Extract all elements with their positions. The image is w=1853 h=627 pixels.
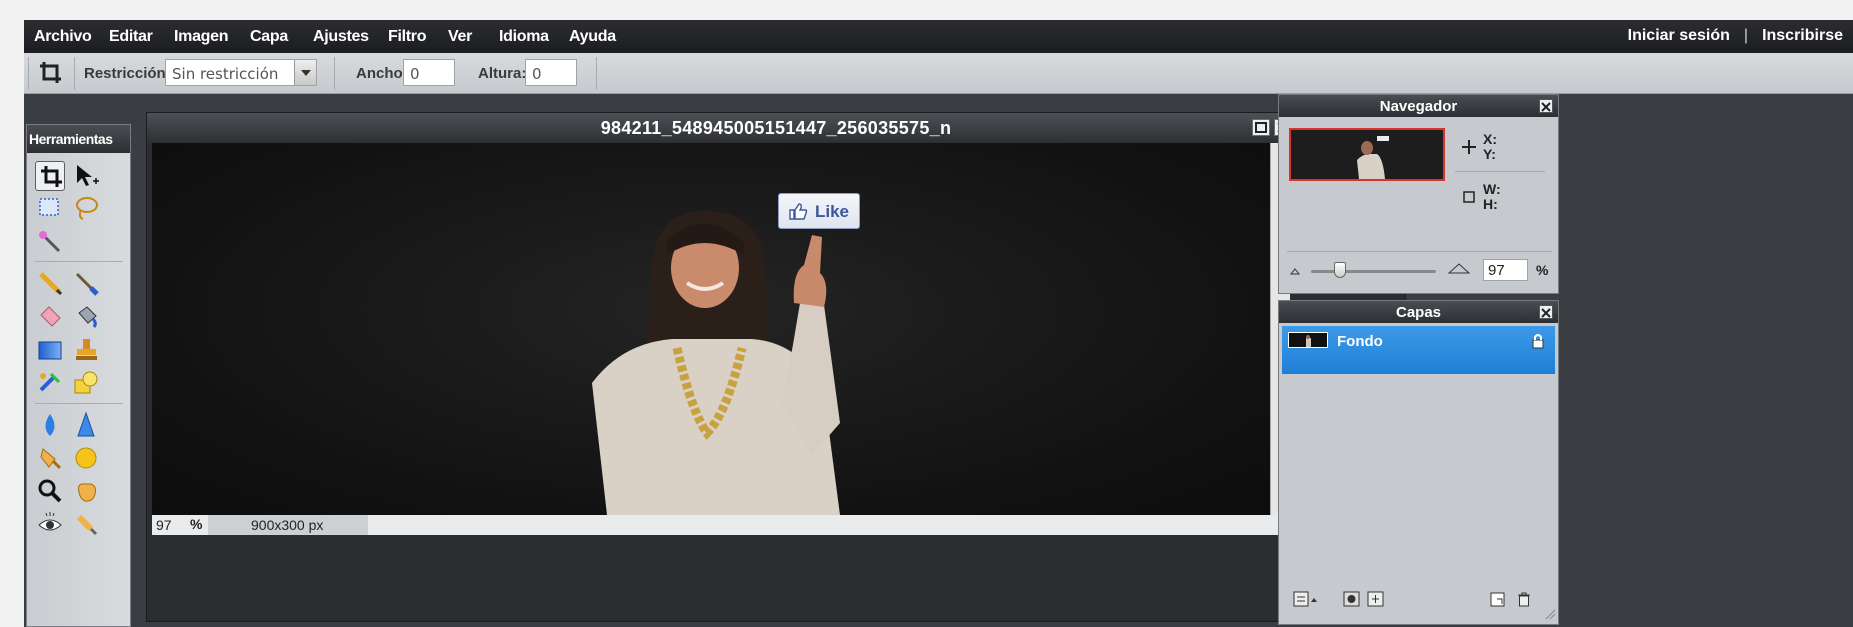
gradient-icon[interactable] (35, 335, 65, 365)
maximize-icon[interactable] (1252, 119, 1270, 136)
menu-idioma[interactable]: Idioma (499, 28, 549, 46)
document-status-bar: 97 % 900x300 px (152, 515, 1290, 535)
zoom-in-icon[interactable] (1447, 260, 1471, 280)
navigator-zoom-unit: % (1536, 262, 1549, 278)
document-window: 984211_548945005151447_256035575_n Like … (146, 112, 1406, 622)
menu-ayuda[interactable]: Ayuda (569, 28, 616, 46)
menu-filtro[interactable]: Filtro (388, 28, 427, 46)
sponge-icon[interactable] (71, 443, 101, 473)
eraser-icon[interactable] (35, 301, 65, 331)
login-link[interactable]: Iniciar sesión (1628, 27, 1730, 45)
h-label: H: (1483, 196, 1498, 212)
lasso-icon[interactable] (71, 193, 101, 223)
clone-stamp-icon[interactable] (71, 335, 101, 365)
navigator-title: Navegador (1279, 95, 1558, 117)
marquee-icon[interactable] (35, 193, 65, 223)
close-icon[interactable] (1539, 99, 1553, 113)
crop-tool-indicator-icon (37, 60, 65, 86)
thumbs-up-icon (788, 202, 808, 225)
height-label: Altura: (478, 65, 527, 82)
zoom-unit: % (190, 516, 203, 532)
zoom-slider[interactable] (1311, 262, 1436, 278)
navigator-title-text: Navegador (1379, 98, 1458, 115)
crosshair-icon (1461, 139, 1477, 160)
image-canvas[interactable]: Like (152, 143, 1270, 515)
menu-ajustes[interactable]: Ajustes (313, 28, 369, 46)
divider (1455, 171, 1545, 172)
lock-icon[interactable] (1531, 333, 1545, 354)
auth-separator: | (1743, 27, 1749, 44)
blur-icon[interactable] (35, 410, 65, 440)
selection-size-icon (1461, 189, 1477, 210)
options-bar: Restricción: Sin restricción Ancho: 0 Al… (24, 53, 1853, 94)
magic-wand-icon[interactable] (35, 226, 65, 256)
height-input[interactable]: 0 (525, 59, 577, 86)
x-label: X: (1483, 131, 1497, 147)
w-label: W: (1483, 181, 1501, 197)
trash-icon[interactable] (1515, 590, 1533, 608)
app-window: Archivo Editar Imagen Capa Ajustes Filtr… (24, 20, 1853, 627)
resize-grip-icon[interactable] (1544, 607, 1556, 620)
restriction-label: Restricción: (84, 65, 171, 82)
zoom-slider-handle[interactable] (1334, 262, 1346, 278)
photo-image (592, 210, 840, 515)
move-icon[interactable] (71, 161, 101, 191)
navigator-panel: Navegador X: Y: W: H: 97 % (1278, 94, 1559, 294)
brush-icon[interactable] (71, 268, 101, 298)
close-icon[interactable] (1539, 305, 1553, 319)
layers-title-text: Capas (1395, 304, 1442, 321)
tools-title: Herramientas (27, 125, 130, 153)
color-replace-icon[interactable] (35, 368, 65, 398)
menu-ver[interactable]: Ver (448, 28, 472, 46)
like-label: Like (815, 202, 850, 221)
zoom-out-icon[interactable] (1289, 263, 1307, 281)
y-label: Y: (1483, 146, 1496, 162)
menu-editar[interactable]: Editar (109, 28, 153, 46)
red-eye-icon[interactable] (35, 509, 65, 539)
navigator-zoom-input[interactable]: 97 (1483, 259, 1528, 281)
sharpen-icon[interactable] (71, 410, 101, 440)
layer-thumbnail (1288, 332, 1328, 348)
new-layer-icon[interactable] (1489, 590, 1507, 608)
crop-icon[interactable] (35, 161, 65, 191)
layer-style-icon[interactable] (1367, 590, 1385, 608)
auth-links: Iniciar sesión | Inscribirse (1628, 27, 1843, 45)
smudge-icon[interactable] (35, 443, 65, 473)
menu-archivo[interactable]: Archivo (34, 28, 92, 46)
navigator-thumbnail[interactable] (1289, 128, 1445, 181)
width-label: Ancho: (356, 65, 408, 82)
paint-bucket-icon[interactable] (71, 301, 101, 331)
shape-icon[interactable] (71, 368, 101, 398)
restriction-select[interactable]: Sin restricción (165, 59, 317, 86)
width-input[interactable]: 0 (403, 59, 455, 86)
layer-row[interactable]: Fondo (1282, 326, 1555, 374)
signup-link[interactable]: Inscribirse (1762, 27, 1843, 45)
zoom-icon[interactable] (35, 476, 65, 506)
menu-capa[interactable]: Capa (250, 28, 288, 46)
divider (1287, 251, 1552, 252)
color-picker-icon[interactable] (71, 509, 101, 539)
zoom-level[interactable]: 97 (156, 517, 172, 533)
layers-title: Capas (1279, 301, 1558, 323)
tools-panel: Herramientas (26, 124, 131, 627)
document-title: 984211_548945005151447_256035575_n (147, 113, 1405, 143)
chevron-down-icon[interactable] (294, 60, 316, 85)
layer-name: Fondo (1337, 333, 1383, 350)
pencil-icon[interactable] (35, 268, 65, 298)
layers-panel: Capas Fondo (1278, 300, 1559, 625)
layer-mask-icon[interactable] (1343, 590, 1361, 608)
image-size: 900x300 px (208, 515, 368, 535)
hand-icon[interactable] (71, 476, 101, 506)
menu-imagen[interactable]: Imagen (174, 28, 229, 46)
menu-bar: Archivo Editar Imagen Capa Ajustes Filtr… (24, 20, 1853, 53)
layer-options-icon[interactable] (1293, 590, 1317, 608)
like-button-graphic: Like (778, 193, 860, 229)
restriction-value: Sin restricción (172, 65, 279, 83)
